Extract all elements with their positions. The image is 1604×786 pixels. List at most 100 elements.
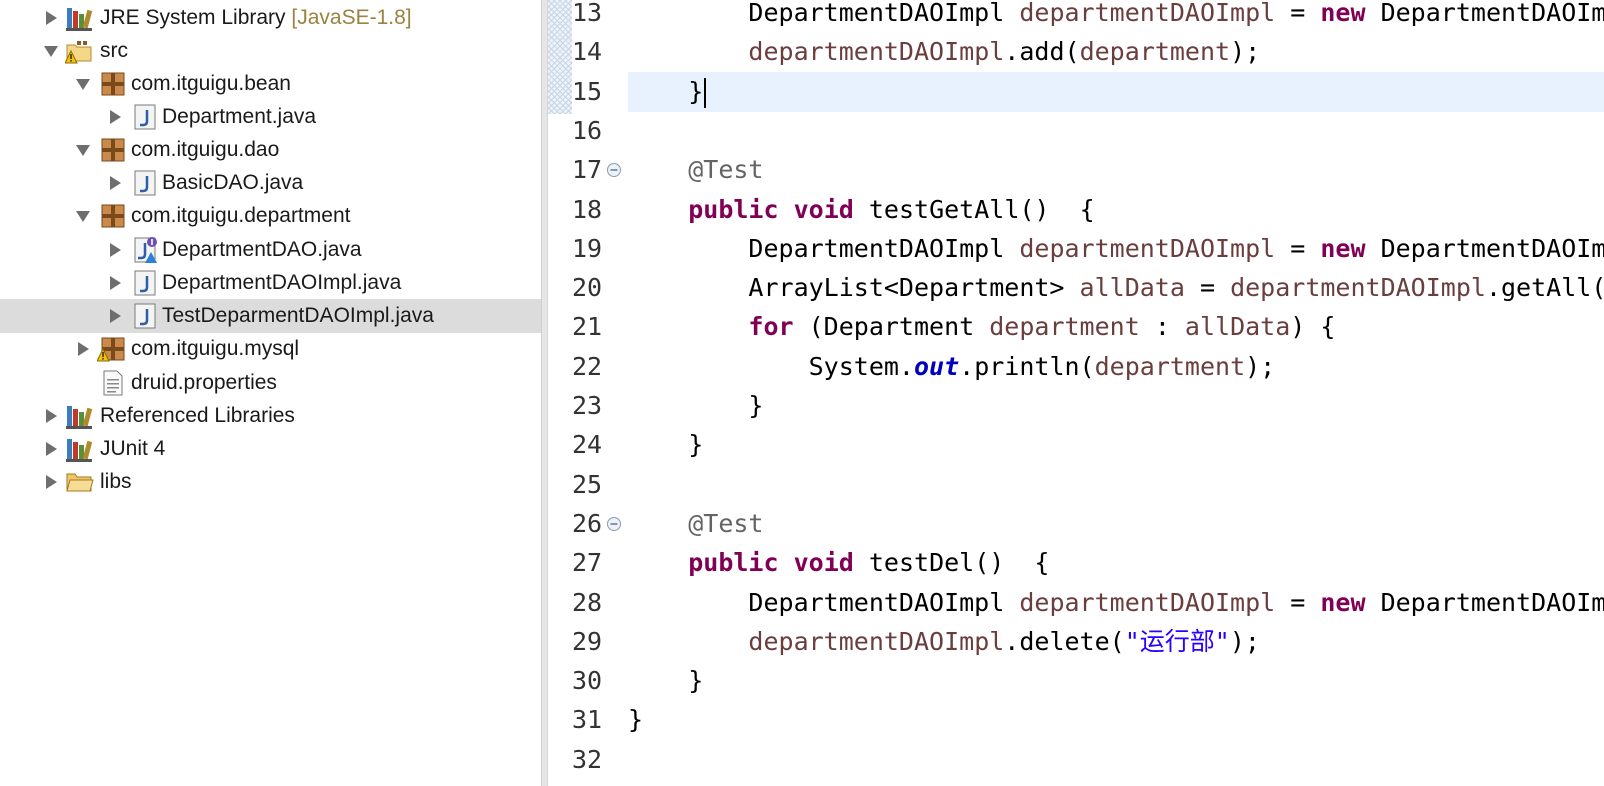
line-number: 13 <box>572 0 603 27</box>
code-text[interactable]: DepartmentDAOImpl departmentDAOImpl = ne… <box>628 583 1604 623</box>
fold-collapse-icon[interactable] <box>606 516 622 532</box>
tree-item-druid-properties[interactable]: druid.properties <box>0 366 541 400</box>
code-token: } <box>628 391 764 420</box>
collapse-arrow-icon[interactable] <box>43 43 59 59</box>
tree-item-package-bean[interactable]: com.itguigu.bean <box>0 67 541 101</box>
tree-item-department-java[interactable]: Department.java <box>0 100 541 134</box>
code-text[interactable]: } <box>628 700 643 740</box>
text-file-icon <box>103 370 123 396</box>
code-token: } <box>628 430 704 459</box>
expand-arrow-icon[interactable] <box>107 275 123 291</box>
code-text[interactable]: DepartmentDAOImpl departmentDAOImpl = ne… <box>628 229 1604 269</box>
tree-item-testdeparmentdaoimpl-java[interactable]: TestDeparmentDAOImpl.java <box>0 299 541 333</box>
annotation-token: @Test <box>688 155 764 184</box>
package-warning-icon <box>97 337 125 362</box>
tree-item-package-dao[interactable]: com.itguigu.dao <box>0 133 541 167</box>
code-line[interactable]: 31} <box>548 700 1604 740</box>
line-number: 31 <box>572 705 603 734</box>
expand-arrow-icon[interactable] <box>43 10 59 26</box>
variable-token: departmentDAOImpl <box>748 37 1005 66</box>
code-line[interactable]: 21 for (Department department : allData)… <box>548 307 1604 347</box>
code-line[interactable]: 20 ArrayList<Department> allData = depar… <box>548 268 1604 308</box>
code-token: = <box>1275 588 1321 617</box>
expand-arrow-icon[interactable] <box>43 474 59 490</box>
code-text[interactable]: } <box>628 386 763 426</box>
code-line[interactable]: 25 <box>548 465 1604 505</box>
code-text[interactable]: } <box>628 72 707 112</box>
sash-divider[interactable] <box>541 0 548 786</box>
tree-item-package-department[interactable]: com.itguigu.department <box>0 199 541 233</box>
code-line[interactable]: 18 public void testGetAll() { <box>548 190 1604 230</box>
line-number: 18 <box>572 195 603 224</box>
expand-arrow-icon[interactable] <box>75 341 91 357</box>
tree-item-referenced-libraries[interactable]: Referenced Libraries <box>0 399 541 433</box>
expand-arrow-icon[interactable] <box>43 441 59 457</box>
collapse-arrow-icon[interactable] <box>75 142 91 158</box>
expand-arrow-icon[interactable] <box>107 175 123 191</box>
code-line[interactable]: 29 departmentDAOImpl.delete("运行部"); <box>548 622 1604 662</box>
code-text[interactable]: @Test <box>628 150 763 190</box>
code-text[interactable]: public void testGetAll() { <box>628 190 1095 230</box>
line-number: 27 <box>572 548 603 577</box>
code-line[interactable]: 30 } <box>548 661 1604 701</box>
code-token: DepartmentDAOImpl <box>628 0 1020 27</box>
tree-item-label: Department.java <box>162 105 317 128</box>
code-token: DepartmentDAOImpl(); <box>1380 588 1604 617</box>
variable-token: departmentDAOImpl <box>1019 588 1276 617</box>
code-line[interactable]: 16 <box>548 111 1604 151</box>
tree-item-junit-4[interactable]: JUnit 4 <box>0 432 541 466</box>
code-token: } <box>628 77 704 106</box>
line-number: 29 <box>572 627 603 656</box>
jre-version-decoration: [JavaSE-1.8] <box>291 6 412 29</box>
expand-arrow-icon[interactable] <box>43 408 59 424</box>
java-file-icon <box>134 104 156 130</box>
tree-item-label: DepartmentDAO.java <box>162 238 362 261</box>
code-line[interactable]: 23 } <box>548 386 1604 426</box>
tree-item-departmentdao-java[interactable]: DepartmentDAO.java <box>0 233 541 267</box>
collapse-arrow-icon[interactable] <box>75 76 91 92</box>
code-line[interactable]: 17 @Test <box>548 150 1604 190</box>
variable-token: departmentDAOImpl <box>1230 273 1486 302</box>
code-line[interactable]: 15 } <box>548 72 1604 112</box>
code-text[interactable]: for (Department department : allData) { <box>628 307 1335 347</box>
code-line[interactable]: 22 System.out.println(department); <box>548 347 1604 387</box>
code-text[interactable]: departmentDAOImpl.add(department); <box>628 32 1260 72</box>
expand-arrow-icon[interactable] <box>107 242 123 258</box>
variable-token: departmentDAOImpl <box>1019 0 1276 27</box>
code-text[interactable]: public void testDel() { <box>628 543 1049 583</box>
collapse-arrow-icon[interactable] <box>75 208 91 224</box>
expand-arrow-icon[interactable] <box>107 308 123 324</box>
tree-item-libs[interactable]: libs <box>0 465 541 499</box>
code-line[interactable]: 28 DepartmentDAOImpl departmentDAOImpl =… <box>548 583 1604 623</box>
line-number: 30 <box>572 666 603 695</box>
tree-item-jre-system-library[interactable]: JRE System Library [JavaSE-1.8] <box>0 1 541 35</box>
expand-arrow-icon[interactable] <box>107 109 123 125</box>
code-text[interactable]: departmentDAOImpl.delete("运行部"); <box>628 622 1260 662</box>
code-text[interactable]: } <box>628 425 703 465</box>
code-text[interactable]: } <box>628 661 703 701</box>
tree-item-label: DepartmentDAOImpl.java <box>162 271 402 294</box>
code-text[interactable]: DepartmentDAOImpl departmentDAOImpl = ne… <box>628 0 1604 33</box>
code-line[interactable]: 26 @Test <box>548 504 1604 544</box>
code-line[interactable]: 32 <box>548 740 1604 780</box>
code-token: = <box>1184 273 1231 302</box>
keyword-token: public <box>688 195 779 224</box>
tree-item-package-mysql[interactable]: com.itguigu.mysql <box>0 332 541 366</box>
tree-item-departmentdaoimpl-java[interactable]: DepartmentDAOImpl.java <box>0 266 541 300</box>
code-text[interactable]: System.out.println(department); <box>628 347 1276 387</box>
keyword-token: void <box>793 195 854 224</box>
code-line[interactable]: 19 DepartmentDAOImpl departmentDAOImpl =… <box>548 229 1604 269</box>
code-line[interactable]: 27 public void testDel() { <box>548 543 1604 583</box>
code-line[interactable]: 24 } <box>548 425 1604 465</box>
code-editor[interactable]: 13 DepartmentDAOImpl departmentDAOImpl =… <box>548 0 1604 786</box>
code-line[interactable]: 14 departmentDAOImpl.add(department); <box>548 32 1604 72</box>
code-token: testGetAll() { <box>853 195 1095 224</box>
fold-collapse-icon[interactable] <box>606 162 622 178</box>
code-token: DepartmentDAOImpl(); <box>1380 234 1604 263</box>
code-line[interactable]: 13 DepartmentDAOImpl departmentDAOImpl =… <box>548 0 1604 33</box>
tree-item-src[interactable]: src <box>0 34 541 68</box>
code-text[interactable]: ArrayList<Department> allData = departme… <box>628 268 1604 308</box>
code-text[interactable]: @Test <box>628 504 763 544</box>
tree-item-basicdao-java[interactable]: BasicDAO.java <box>0 166 541 200</box>
